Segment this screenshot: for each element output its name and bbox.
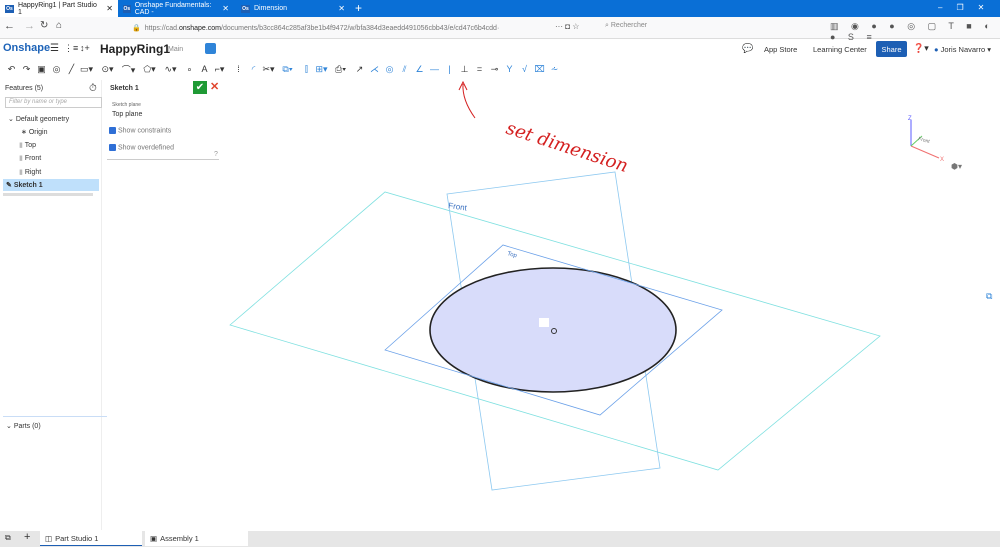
coincident-icon[interactable]: ⋌ xyxy=(367,64,382,75)
page-actions-icons[interactable]: ··· ◘ ☆ xyxy=(555,22,579,31)
spline-icon[interactable]: ∿▾ xyxy=(163,64,178,75)
help-icon[interactable]: ❓▾ xyxy=(913,43,929,54)
project-icon[interactable]: ⎙▾ xyxy=(333,64,348,75)
tab-manager-icon[interactable]: ⧉ xyxy=(5,533,11,543)
browser-tab-bar: Os HappyRing1 | Part Studio 1 ✕ Os Onshape … xyxy=(0,0,1000,17)
onshape-favicon: Os xyxy=(241,4,250,13)
tab-part-studio-1[interactable]: ◫ Part Studio 1 xyxy=(40,531,142,546)
scissors-icon[interactable]: ✂▾ xyxy=(261,64,276,75)
add-tab-button[interactable]: + xyxy=(24,531,30,543)
version-graph-icon[interactable] xyxy=(205,43,216,54)
circle-icon[interactable]: ⊙▾ xyxy=(100,64,115,75)
learning-center-link[interactable]: Learning Center xyxy=(813,45,867,54)
browser-tab[interactable]: Os HappyRing1 | Part Studio 1 ✕ xyxy=(0,0,118,17)
part-studio-icon: ◫ xyxy=(45,533,53,543)
browser-tab[interactable]: Os Onshape Fundamentals: CAD - ✕ xyxy=(118,0,234,17)
close-icon[interactable]: ✕ xyxy=(222,4,229,13)
tab-assembly-1[interactable]: ▣ Assembly 1 xyxy=(145,531,248,546)
onshape-favicon: Os xyxy=(5,4,14,13)
sketch-icon[interactable]: ▣ xyxy=(34,64,49,75)
tab-title: Dimension xyxy=(254,5,288,12)
url-field[interactable]: 🔒 https://cad.onshape.com/documents/b3cc8… xyxy=(132,20,502,36)
assembly-icon: ▣ xyxy=(150,534,158,543)
avatar: ● xyxy=(934,45,939,54)
lock-icon: 🔒 xyxy=(132,25,141,32)
home-icon[interactable]: ⌂ xyxy=(56,20,62,31)
axis-z-label: Z xyxy=(908,116,912,122)
point-icon[interactable]: ∘ xyxy=(182,64,197,75)
use-icon[interactable]: ◎ xyxy=(49,64,64,75)
dimension-icon[interactable]: ↗ xyxy=(352,64,367,75)
midpoint-icon[interactable]: ⊸ xyxy=(487,64,502,75)
tab-label: Part Studio 1 xyxy=(55,533,99,543)
close-icon[interactable]: ✕ xyxy=(338,4,345,13)
menu-icon[interactable]: ☰ xyxy=(50,43,59,54)
back-icon[interactable]: ← xyxy=(4,20,15,32)
vertical-icon[interactable]: | xyxy=(442,64,457,74)
feature-list-icon[interactable]: ⋮≡ xyxy=(64,43,78,54)
axis-x-label: X xyxy=(940,157,944,163)
share-button[interactable]: Share xyxy=(876,41,907,57)
redo-icon[interactable]: ↷ xyxy=(19,64,34,75)
close-icon[interactable]: ✕ xyxy=(106,4,113,13)
trim-icon[interactable]: ◜ xyxy=(246,64,261,75)
fillet-icon[interactable]: ⌐▾ xyxy=(212,64,227,75)
onshape-favicon: Os xyxy=(123,4,131,13)
construction-icon[interactable]: ⁞ xyxy=(231,64,246,74)
handwritten-annotation: set dimension xyxy=(503,118,630,177)
tab-title: Onshape Fundamentals: CAD - xyxy=(134,1,212,16)
search-input[interactable]: ⌕ Rechercher xyxy=(605,22,647,30)
perpendicular-icon[interactable]: ⊥ xyxy=(457,64,472,75)
view-options-icon[interactable]: ⧉ xyxy=(986,291,993,301)
view-cube-menu-icon[interactable]: ⬢▾ xyxy=(951,162,962,171)
url-text: https://cad.onshape.com/documents/b3cc86… xyxy=(144,24,500,32)
undo-icon[interactable]: ↶ xyxy=(4,64,19,75)
polygon-icon[interactable]: ⬠▾ xyxy=(142,64,157,75)
arc-icon[interactable]: ⌒▾ xyxy=(121,63,136,76)
onshape-logo[interactable]: Onshape xyxy=(3,42,50,54)
cube-front-label: Front xyxy=(917,136,930,145)
window-controls[interactable]: –❐✕ xyxy=(938,3,998,12)
horizontal-icon[interactable]: — xyxy=(427,64,442,74)
pierce-icon[interactable]: √ xyxy=(517,64,532,74)
normal-icon[interactable]: Y xyxy=(502,64,517,74)
sketch-toolbar: ↶ ↷ ▣ ◎ ╱ ▭▾ ⊙▾ ⌒▾ ⬠▾ ∿▾ ∘ A ⌐▾ ⁞ ◜ ✂▾ ⧉▾ ⫿ ⊞… xyxy=(0,60,1000,78)
tab-label: Assembly 1 xyxy=(160,534,199,543)
user-menu[interactable]: ● Joris Navarro ▾ xyxy=(934,45,991,54)
user-name: Joris Navarro xyxy=(940,45,986,54)
comment-icon[interactable]: 💬 xyxy=(742,43,753,54)
mirror-icon[interactable]: ⫿ xyxy=(299,64,314,75)
symmetric-icon[interactable]: ⌧ xyxy=(532,64,547,75)
sketch-origin-icon xyxy=(539,318,549,327)
forward-icon[interactable]: → xyxy=(24,20,35,32)
graphics-viewport[interactable]: Front Top set dimension Z X Front ⬢▾ ⧉ xyxy=(0,78,1000,530)
app-store-link[interactable]: App Store xyxy=(764,45,797,54)
reload-icon[interactable]: ↻ xyxy=(40,20,48,31)
line-icon[interactable]: ╱ xyxy=(64,64,79,75)
insert-icon[interactable]: ↕+ xyxy=(80,43,90,53)
concentric-icon[interactable]: ◎ xyxy=(382,64,397,75)
pattern-icon[interactable]: ⊞▾ xyxy=(314,64,329,75)
parallel-icon[interactable]: ⫽ xyxy=(397,64,412,75)
extension-icons[interactable]: ▥ ◉ ● ● ◎ ▢ T ■ ◐ ● S ≡ xyxy=(830,21,1000,42)
fix-icon[interactable]: ⩪ xyxy=(547,64,562,75)
branch-label[interactable]: Main xyxy=(168,46,183,53)
tab-title: HappyRing1 | Part Studio 1 xyxy=(17,1,97,16)
equal-icon[interactable]: = xyxy=(472,64,487,74)
new-tab-button[interactable]: + xyxy=(355,1,362,15)
offset-icon[interactable]: ⧉▾ xyxy=(280,64,295,75)
view-cube[interactable]: Z X Front ⬢▾ xyxy=(908,116,962,171)
browser-tab[interactable]: Os Dimension ✕ xyxy=(236,0,350,17)
top-plane-label: Top xyxy=(506,251,518,259)
sketch-circle[interactable] xyxy=(429,267,677,393)
annotation-arrow xyxy=(458,80,476,119)
text-icon[interactable]: A xyxy=(197,64,212,74)
tangent-icon[interactable]: ∠ xyxy=(412,64,427,75)
document-title[interactable]: HappyRing1 xyxy=(100,42,170,56)
rectangle-icon[interactable]: ▭▾ xyxy=(79,64,94,75)
